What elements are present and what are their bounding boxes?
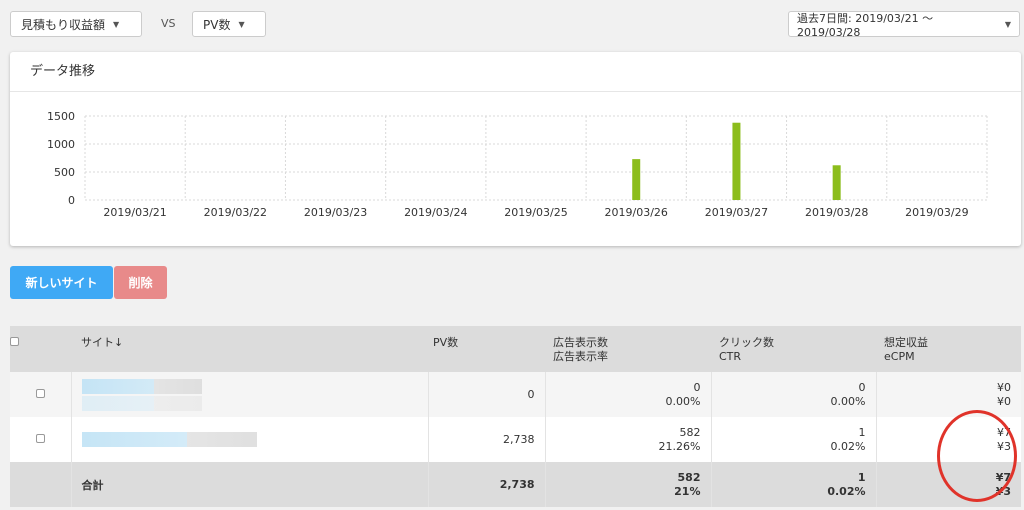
revenue-value: ¥7 bbox=[997, 425, 1011, 439]
x-tick-label: 2019/03/27 bbox=[705, 206, 768, 219]
total-revenue-value: ¥7 bbox=[995, 470, 1011, 484]
bar bbox=[632, 159, 641, 200]
clicks-value: 0 bbox=[858, 380, 866, 394]
header-site[interactable]: サイト↓ bbox=[71, 326, 428, 372]
clicks-value: 1 bbox=[858, 425, 866, 439]
total-impressions-value: 582 bbox=[677, 470, 701, 484]
bar-chart: 0 500 1000 1500 2019/03/21 2019/03/22 2019/03/… bbox=[47, 110, 988, 219]
header-revenue[interactable]: 想定収益 eCPM bbox=[876, 326, 1021, 372]
row-checkbox[interactable] bbox=[35, 389, 45, 398]
header-clicks-line1: クリック数 bbox=[719, 336, 774, 349]
ecpm-value: ¥0 bbox=[997, 394, 1011, 408]
metric-select-secondary[interactable]: PV数 ▼ bbox=[192, 11, 266, 37]
date-range-select[interactable]: 過去7日間: 2019/03/21 〜 2019/03/28 ▼ bbox=[788, 11, 1020, 39]
x-tick-label: 2019/03/24 bbox=[404, 206, 467, 219]
total-impression-rate-value: 21% bbox=[674, 484, 701, 498]
x-tick-label: 2019/03/23 bbox=[304, 206, 367, 219]
ctr-value: 0.02% bbox=[830, 439, 866, 453]
site-name-cell[interactable] bbox=[71, 372, 429, 417]
total-ctr-value: 0.02% bbox=[827, 484, 866, 498]
x-tick-label: 2019/03/21 bbox=[103, 206, 166, 219]
table-row[interactable]: 2,738 582 21.26% 1 0.02% ¥7 ¥3 bbox=[10, 417, 1021, 462]
header-impressions-line1: 広告表示数 bbox=[553, 336, 608, 349]
redacted-site-name bbox=[81, 378, 202, 394]
vs-label: VS bbox=[161, 17, 176, 30]
header-impressions-line2: 広告表示率 bbox=[553, 350, 608, 363]
metric-select-primary-label: 見積もり収益額 bbox=[21, 17, 106, 32]
site-name-cell[interactable] bbox=[71, 417, 429, 462]
redacted-site-name bbox=[81, 432, 257, 447]
x-tick-label: 2019/03/29 bbox=[905, 206, 968, 219]
clicks-cell: 0 0.00% bbox=[711, 372, 877, 417]
y-tick-label: 1000 bbox=[47, 138, 75, 151]
metric-select-primary[interactable]: 見積もり収益額 ▼ bbox=[10, 11, 142, 37]
revenue-cell: ¥0 ¥0 bbox=[876, 372, 1021, 417]
ctr-value: 0.00% bbox=[830, 394, 866, 408]
caret-down-icon: ▼ bbox=[1004, 19, 1011, 29]
y-tick-label: 1500 bbox=[47, 110, 75, 123]
header-pv[interactable]: PV数 bbox=[428, 326, 545, 372]
caret-down-icon: ▼ bbox=[113, 19, 120, 29]
total-pv-cell: 2,738 bbox=[428, 462, 546, 507]
pv-cell: 0 bbox=[428, 372, 546, 417]
header-revenue-line1: 想定収益 bbox=[884, 336, 928, 349]
bar bbox=[832, 165, 841, 200]
clicks-cell: 1 0.02% bbox=[711, 417, 877, 462]
total-clicks-value: 1 bbox=[857, 470, 866, 484]
x-tick-label: 2019/03/22 bbox=[204, 206, 267, 219]
total-impressions-cell: 582 21% bbox=[545, 462, 712, 507]
table-total-row: 合計 2,738 582 21% 1 0.02% ¥7 ¥3 bbox=[10, 462, 1021, 507]
header-clicks-line2: CTR bbox=[719, 350, 742, 363]
date-range-label: 過去7日間: 2019/03/21 〜 2019/03/28 bbox=[797, 11, 934, 39]
impression-rate-value: 0.00% bbox=[665, 394, 701, 408]
metric-select-secondary-label: PV数 bbox=[203, 17, 231, 32]
x-tick-label: 2019/03/25 bbox=[504, 206, 567, 219]
caret-down-icon: ▼ bbox=[238, 19, 245, 29]
header-impressions[interactable]: 広告表示数 広告表示率 bbox=[545, 326, 711, 372]
x-tick-label: 2019/03/28 bbox=[805, 206, 868, 219]
impressions-value: 0 bbox=[693, 380, 701, 394]
chart-card: データ推移 0 500 1000 1500 2019/03/21 2019/03/22 20… bbox=[10, 52, 1021, 246]
revenue-cell: ¥7 ¥3 bbox=[876, 417, 1021, 462]
table-header-row: サイト↓ PV数 広告表示数 広告表示率 クリック数 CTR 想定収益 eCPM bbox=[10, 326, 1021, 372]
header-revenue-line2: eCPM bbox=[884, 350, 915, 363]
impression-rate-value: 21.26% bbox=[658, 439, 701, 453]
total-label: 合計 bbox=[71, 462, 429, 507]
header-checkbox-cell bbox=[10, 326, 71, 372]
total-ecpm-value: ¥3 bbox=[995, 484, 1011, 498]
impressions-cell: 582 21.26% bbox=[545, 417, 712, 462]
row-checkbox[interactable] bbox=[35, 434, 45, 443]
delete-button[interactable]: 削除 bbox=[114, 266, 167, 299]
impressions-cell: 0 0.00% bbox=[545, 372, 712, 417]
sites-table: サイト↓ PV数 広告表示数 広告表示率 クリック数 CTR 想定収益 eCPM bbox=[10, 326, 1021, 507]
total-clicks-cell: 1 0.02% bbox=[711, 462, 877, 507]
y-tick-label: 500 bbox=[54, 166, 75, 179]
x-tick-label: 2019/03/26 bbox=[605, 206, 668, 219]
chart-card-title: データ推移 bbox=[10, 52, 1021, 92]
table-row[interactable]: 0 0 0.00% 0 0.00% ¥0 ¥0 bbox=[10, 372, 1021, 417]
bar bbox=[732, 122, 741, 200]
total-empty-cell bbox=[10, 462, 72, 507]
impressions-value: 582 bbox=[679, 425, 701, 439]
redacted-site-url bbox=[81, 395, 202, 411]
revenue-value: ¥0 bbox=[997, 380, 1011, 394]
pv-cell: 2,738 bbox=[428, 417, 546, 462]
header-clicks[interactable]: クリック数 CTR bbox=[711, 326, 876, 372]
ecpm-value: ¥3 bbox=[997, 439, 1011, 453]
total-revenue-cell: ¥7 ¥3 bbox=[876, 462, 1021, 507]
row-checkbox-cell bbox=[10, 417, 72, 462]
select-all-checkbox[interactable] bbox=[10, 337, 19, 346]
y-tick-label: 0 bbox=[68, 194, 75, 207]
new-site-button[interactable]: 新しいサイト bbox=[10, 266, 113, 299]
row-checkbox-cell bbox=[10, 372, 72, 417]
